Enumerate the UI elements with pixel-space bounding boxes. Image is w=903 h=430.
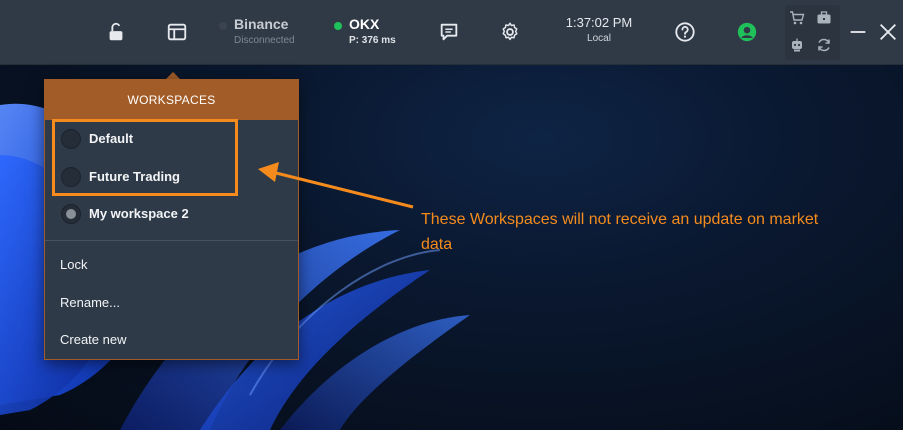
- workspace-radio-selected[interactable]: [61, 204, 81, 224]
- close-icon[interactable]: [876, 20, 900, 44]
- cart-icon[interactable]: [788, 9, 806, 27]
- exchange-status: Disconnected: [234, 35, 295, 46]
- workspace-label: My workspace 2: [89, 206, 189, 221]
- help-icon[interactable]: [673, 20, 697, 44]
- lock-workspace-button[interactable]: Lock: [60, 257, 87, 272]
- clock-zone: Local: [587, 33, 611, 44]
- workspace-item-default[interactable]: Default: [45, 122, 298, 156]
- clock: 1:37:02 PM Local: [555, 15, 643, 44]
- workspace-item-future-trading[interactable]: Future Trading: [45, 160, 298, 194]
- user-icon[interactable]: [735, 20, 759, 44]
- briefcase-icon[interactable]: [815, 9, 833, 27]
- create-workspace-button[interactable]: Create new: [60, 332, 126, 347]
- quick-tools-grid: [785, 5, 840, 60]
- workspace-radio[interactable]: [61, 167, 81, 187]
- unlock-icon[interactable]: [104, 20, 128, 44]
- robot-icon[interactable]: [788, 36, 806, 54]
- workspace-label: Future Trading: [89, 169, 180, 184]
- gear-icon[interactable]: [498, 20, 522, 44]
- connection-dot: [219, 22, 227, 30]
- workspace-item-my-workspace-2[interactable]: My workspace 2: [45, 197, 298, 231]
- chat-icon[interactable]: [437, 20, 461, 44]
- exchange-name: Binance: [234, 16, 289, 32]
- clock-time: 1:37:02 PM: [565, 15, 633, 30]
- workspace-radio[interactable]: [61, 129, 81, 149]
- connection-dot: [334, 22, 342, 30]
- popup-divider: [45, 240, 298, 241]
- rename-workspace-button[interactable]: Rename...: [60, 295, 120, 310]
- refresh-icon[interactable]: [815, 36, 833, 54]
- top-toolbar: Binance Disconnected OKX P: 376 ms 1:37:…: [0, 0, 903, 65]
- exchange-ping: P: 376 ms: [349, 35, 396, 46]
- workspace-label: Default: [89, 131, 134, 146]
- annotation-text: These Workspaces will not receive an upd…: [421, 211, 819, 253]
- exchange-name: OKX: [349, 16, 380, 32]
- workspaces-icon[interactable]: [165, 20, 189, 44]
- workspaces-popup: WORKSPACES Default Future Trading My wor…: [44, 79, 299, 360]
- minimize-icon[interactable]: [846, 20, 870, 44]
- popup-title: WORKSPACES: [45, 80, 298, 120]
